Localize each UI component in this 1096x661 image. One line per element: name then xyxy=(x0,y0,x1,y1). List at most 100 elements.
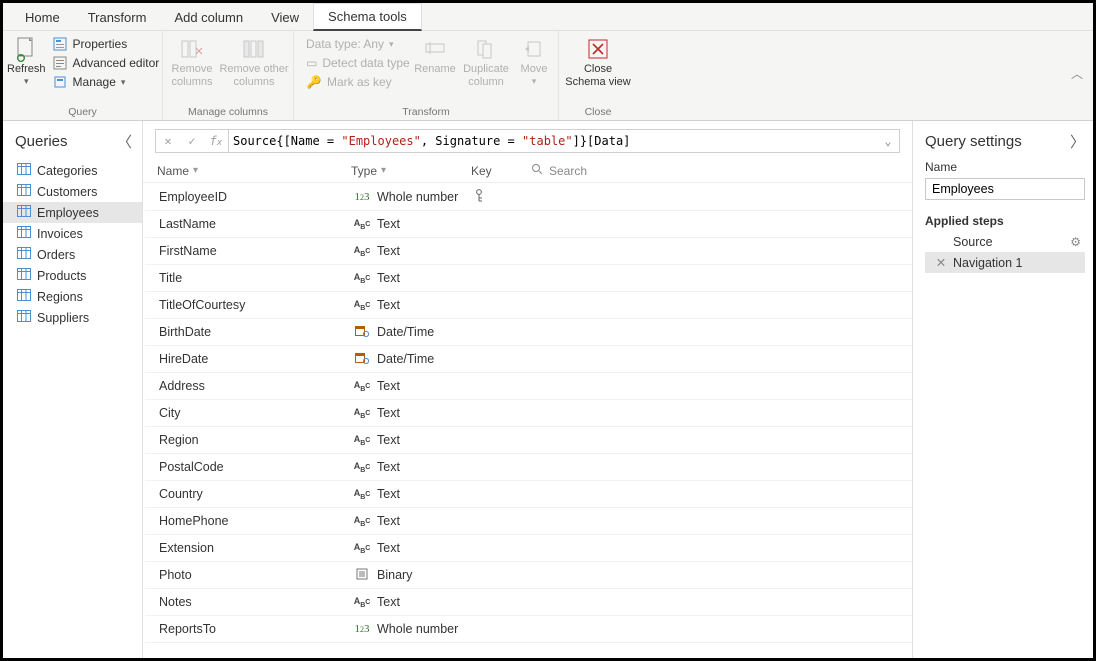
tab-view[interactable]: View xyxy=(257,5,313,30)
properties-button[interactable]: Properties xyxy=(48,35,164,53)
rename-icon xyxy=(424,35,446,63)
field-name: PostalCode xyxy=(159,460,353,474)
cancel-formula-button[interactable]: ✕ xyxy=(156,134,180,148)
field-type: Text xyxy=(377,271,400,285)
mark-as-key-label: Mark as key xyxy=(327,75,392,89)
field-type: Text xyxy=(377,379,400,393)
schema-row[interactable]: TitleOfCourtesyABCText xyxy=(145,292,912,319)
refresh-button[interactable]: Refresh ▾ xyxy=(7,33,46,88)
schema-row[interactable]: CountryABCText xyxy=(145,481,912,508)
query-item-orders[interactable]: Orders xyxy=(3,244,142,265)
binary-type-icon xyxy=(353,568,371,583)
advanced-editor-button[interactable]: Advanced editor xyxy=(48,54,164,72)
schema-row[interactable]: TitleABCText xyxy=(145,265,912,292)
col-header-type[interactable]: Type xyxy=(351,164,377,178)
schema-row[interactable]: RegionABCText xyxy=(145,427,912,454)
field-name: Extension xyxy=(159,541,353,555)
properties-icon xyxy=(52,37,68,51)
tab-add-column[interactable]: Add column xyxy=(160,5,257,30)
query-item-regions[interactable]: Regions xyxy=(3,286,142,307)
collapse-queries-icon[interactable]: 〈 xyxy=(117,131,132,152)
field-name: BirthDate xyxy=(159,325,353,339)
applied-steps-label: Applied steps xyxy=(925,214,1085,228)
schema-row[interactable]: EmployeeID123Whole number xyxy=(145,183,912,211)
query-name-input[interactable] xyxy=(925,178,1085,200)
rename-label: Rename xyxy=(414,63,456,76)
table-icon xyxy=(17,226,31,241)
datetime-type-icon xyxy=(353,325,371,340)
rename-button: Rename xyxy=(412,33,458,78)
schema-row[interactable]: HomePhoneABCText xyxy=(145,508,912,535)
table-icon xyxy=(17,310,31,325)
schema-row[interactable]: FirstNameABCText xyxy=(145,238,912,265)
schema-row[interactable]: Photo Binary xyxy=(145,562,912,589)
schema-header: Name ▾ Type ▾ Key Search xyxy=(143,159,912,183)
query-item-customers[interactable]: Customers xyxy=(3,181,142,202)
field-type: Text xyxy=(377,541,400,555)
tab-home[interactable]: Home xyxy=(11,5,74,30)
remove-columns-label: Remove columns xyxy=(167,63,217,88)
tab-transform[interactable]: Transform xyxy=(74,5,161,30)
field-type: Binary xyxy=(377,568,412,582)
schema-row[interactable]: BirthDateDate/Time xyxy=(145,319,912,346)
name-label: Name xyxy=(925,160,1085,174)
chevron-down-icon: ▾ xyxy=(389,39,394,50)
sort-down-icon: ▾ xyxy=(381,165,386,176)
formula-text[interactable]: Source{[Name = "Employees", Signature = … xyxy=(229,134,877,148)
schema-row[interactable]: NotesABCText xyxy=(145,589,912,616)
close-schema-view-button[interactable]: Close Schema view xyxy=(563,33,633,90)
query-item-products[interactable]: Products xyxy=(3,265,142,286)
settings-title: Query settings xyxy=(925,133,1022,150)
field-type: Text xyxy=(377,487,400,501)
field-type: Text xyxy=(377,433,400,447)
manage-button[interactable]: Manage ▾ xyxy=(48,73,164,91)
schema-row[interactable]: HireDateDate/Time xyxy=(145,346,912,373)
chevron-down-icon: ▾ xyxy=(532,76,537,86)
field-name: EmployeeID xyxy=(159,190,353,204)
move-label: Move xyxy=(521,63,548,76)
duplicate-column-label: Duplicate column xyxy=(460,63,512,88)
expand-formula-button[interactable]: ⌄ xyxy=(877,134,899,148)
col-header-key[interactable]: Key xyxy=(471,164,492,178)
schema-row[interactable]: PostalCodeABCText xyxy=(145,454,912,481)
refresh-icon xyxy=(15,35,37,63)
query-item-employees[interactable]: Employees xyxy=(3,202,142,223)
collapse-settings-icon[interactable]: 〉 xyxy=(1070,131,1085,152)
move-button: Move ▾ xyxy=(514,33,554,88)
table-icon xyxy=(17,205,31,220)
delete-step-icon[interactable]: ✕ xyxy=(935,255,947,270)
field-name: HireDate xyxy=(159,352,353,366)
advanced-editor-label: Advanced editor xyxy=(73,56,160,70)
query-item-invoices[interactable]: Invoices xyxy=(3,223,142,244)
schema-row[interactable]: LastNameABCText xyxy=(145,211,912,238)
applied-step[interactable]: ✕ Navigation 1 xyxy=(925,252,1085,273)
applied-step[interactable]: Source⚙ xyxy=(925,232,1085,252)
tab-schema-tools[interactable]: Schema tools xyxy=(313,3,422,31)
commit-formula-button[interactable]: ✓ xyxy=(180,134,204,148)
col-header-name[interactable]: Name xyxy=(157,164,189,178)
field-type: Whole number xyxy=(377,622,458,636)
field-name: Photo xyxy=(159,568,353,582)
schema-row[interactable]: ExtensionABCText xyxy=(145,535,912,562)
search-input[interactable]: Search xyxy=(549,164,587,178)
schema-row[interactable]: CityABCText xyxy=(145,400,912,427)
field-name: HomePhone xyxy=(159,514,353,528)
step-label: Navigation 1 xyxy=(953,256,1023,270)
text-type-icon: ABC xyxy=(353,299,371,312)
collapse-ribbon-button[interactable]: ︿ xyxy=(1071,65,1083,82)
text-type-icon: ABC xyxy=(353,461,371,474)
table-icon xyxy=(17,289,31,304)
number-type-icon: 123 xyxy=(353,623,371,635)
query-label: Suppliers xyxy=(37,311,89,325)
query-item-suppliers[interactable]: Suppliers xyxy=(3,307,142,328)
schema-panel: ✕ ✓ fx Source{[Name = "Employees", Signa… xyxy=(143,121,913,658)
duplicate-column-icon xyxy=(475,35,497,63)
text-type-icon: ABC xyxy=(353,407,371,420)
schema-row[interactable]: ReportsTo123Whole number xyxy=(145,616,912,643)
search-icon xyxy=(531,163,543,178)
query-item-categories[interactable]: Categories xyxy=(3,160,142,181)
schema-row[interactable]: AddressABCText xyxy=(145,373,912,400)
field-type: Text xyxy=(377,244,400,258)
text-type-icon: ABC xyxy=(353,515,371,528)
gear-icon[interactable]: ⚙ xyxy=(1070,235,1081,249)
